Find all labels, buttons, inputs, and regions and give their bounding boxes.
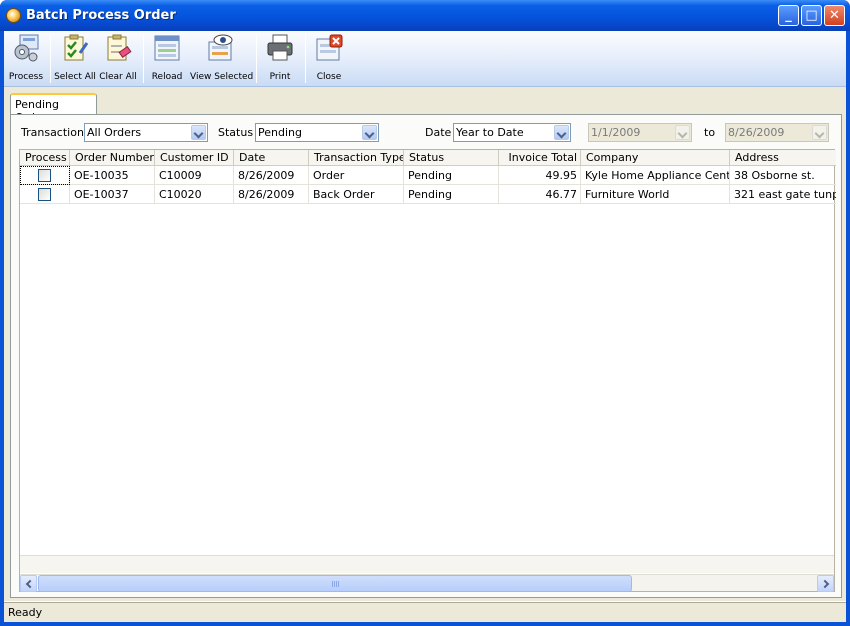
process-gear-icon — [11, 33, 41, 63]
orders-grid[interactable]: Process Order Number Customer ID Date Tr… — [19, 149, 836, 592]
grip-icon — [332, 581, 340, 587]
transaction-type-cell: Order — [309, 166, 404, 185]
pending-orders-panel: Transaction All Orders Status Pending Da… — [10, 114, 842, 598]
scroll-left-arrow-icon[interactable] — [20, 575, 37, 592]
process-checkbox[interactable] — [38, 169, 51, 182]
printer-icon — [265, 33, 295, 63]
date-cell: 8/26/2009 — [234, 166, 309, 185]
date-range-select-value: Year to Date — [456, 126, 524, 139]
from-date-value: 1/1/2009 — [591, 126, 641, 139]
clear-all-button[interactable]: Clear All — [98, 33, 138, 85]
column-header-customer-id[interactable]: Customer ID — [155, 150, 234, 166]
close-button[interactable]: Close — [309, 33, 349, 85]
clear-all-label: Clear All — [99, 72, 137, 82]
view-selected-icon — [206, 33, 236, 63]
company-cell: Kyle Home Appliance Center — [581, 166, 730, 185]
toolbar-separator — [256, 35, 257, 83]
invoice-total-cell: 46.77 — [499, 185, 581, 204]
close-icon: ✕ — [829, 8, 840, 23]
to-date-picker[interactable]: 8/26/2009 — [725, 123, 829, 142]
date-label: Date — [425, 126, 452, 139]
maximize-icon: □ — [805, 8, 818, 23]
reload-button[interactable]: Reload — [147, 33, 187, 85]
from-date-picker[interactable]: 1/1/2009 — [588, 123, 692, 142]
toolbar: Process Select All Clear All Reload View… — [4, 31, 846, 87]
address-cell: 321 east gate tunpike — [734, 188, 836, 201]
address-cell: 38 Osborne st. — [734, 169, 815, 182]
status-select[interactable]: Pending — [255, 123, 379, 142]
minimize-icon: _ — [785, 8, 792, 23]
view-selected-button[interactable]: View Selected — [190, 33, 254, 85]
company-cell: Furniture World — [581, 185, 730, 204]
application-window: Batch Process Order _ □ ✕ Process Select… — [0, 0, 850, 626]
transaction-label: Transaction — [21, 126, 84, 139]
process-label: Process — [8, 72, 44, 82]
table-row[interactable]: OE-10037 C10020 8/26/2009 Back Order Pen… — [20, 185, 836, 204]
chevron-down-icon[interactable] — [812, 125, 827, 140]
window-title: Batch Process Order — [26, 8, 176, 23]
reload-form-icon — [152, 33, 182, 63]
table-row[interactable]: OE-10035 C10009 8/26/2009 Order Pending … — [20, 166, 836, 185]
tab-pending-orders[interactable]: Pending Orders — [10, 93, 97, 124]
toolbar-separator — [305, 35, 306, 83]
client-area: Process Select All Clear All Reload View… — [4, 31, 846, 622]
app-icon[interactable] — [6, 8, 21, 23]
process-cell[interactable] — [20, 166, 70, 185]
select-all-label: Select All — [54, 72, 96, 82]
horizontal-scrollbar[interactable] — [20, 574, 834, 592]
to-date-value: 8/26/2009 — [728, 126, 785, 139]
status-text: Ready — [8, 606, 43, 619]
column-header-company[interactable]: Company — [581, 150, 730, 166]
column-header-address[interactable]: Address — [730, 150, 836, 166]
process-cell[interactable] — [20, 185, 70, 204]
column-header-transaction-type[interactable]: Transaction Type — [309, 150, 404, 166]
view-selected-label: View Selected — [190, 72, 254, 82]
grid-footer — [20, 555, 834, 573]
column-header-date[interactable]: Date — [234, 150, 309, 166]
date-range-select[interactable]: Year to Date — [453, 123, 571, 142]
chevron-down-icon[interactable] — [554, 125, 569, 140]
status-cell: Pending — [404, 166, 499, 185]
transaction-select[interactable]: All Orders — [84, 123, 208, 142]
order-number-cell: OE-10037 — [70, 185, 155, 204]
process-button[interactable]: Process — [6, 33, 46, 85]
clear-checklist-icon — [103, 33, 133, 63]
close-form-icon — [314, 33, 344, 63]
status-select-value: Pending — [258, 126, 302, 139]
customer-id-cell: C10020 — [155, 185, 234, 204]
status-label: Status — [218, 126, 254, 139]
scrollbar-thumb[interactable] — [38, 575, 632, 592]
print-button[interactable]: Print — [260, 33, 300, 85]
title-bar[interactable]: Batch Process Order _ □ ✕ — [0, 0, 850, 31]
chevron-down-icon[interactable] — [675, 125, 690, 140]
column-header-order-number[interactable]: Order Number — [70, 150, 155, 166]
toolbar-separator — [143, 35, 144, 83]
status-cell: Pending — [404, 185, 499, 204]
to-label: to — [704, 126, 716, 139]
transaction-select-value: All Orders — [87, 126, 142, 139]
column-header-status[interactable]: Status — [404, 150, 499, 166]
checklist-icon — [60, 33, 90, 63]
chevron-down-icon[interactable] — [362, 125, 377, 140]
transaction-type-cell: Back Order — [309, 185, 404, 204]
invoice-total-cell: 49.95 — [499, 166, 581, 185]
scroll-right-arrow-icon[interactable] — [817, 575, 834, 592]
close-label: Close — [316, 72, 342, 82]
column-header-process[interactable]: Process — [20, 150, 70, 166]
reload-label: Reload — [151, 72, 183, 82]
date-cell: 8/26/2009 — [234, 185, 309, 204]
order-number-cell: OE-10035 — [70, 166, 155, 185]
toolbar-separator — [50, 35, 51, 83]
column-header-invoice-total[interactable]: Invoice Total — [499, 150, 581, 166]
close-window-button[interactable]: ✕ — [824, 5, 845, 26]
print-label: Print — [269, 72, 291, 82]
customer-id-cell: C10009 — [155, 166, 234, 185]
maximize-button[interactable]: □ — [801, 5, 822, 26]
minimize-button[interactable]: _ — [778, 5, 799, 26]
process-checkbox[interactable] — [38, 188, 51, 201]
status-bar: Ready — [4, 601, 846, 622]
grid-header: Process Order Number Customer ID Date Tr… — [20, 150, 836, 166]
chevron-down-icon[interactable] — [191, 125, 206, 140]
select-all-button[interactable]: Select All — [54, 33, 96, 85]
